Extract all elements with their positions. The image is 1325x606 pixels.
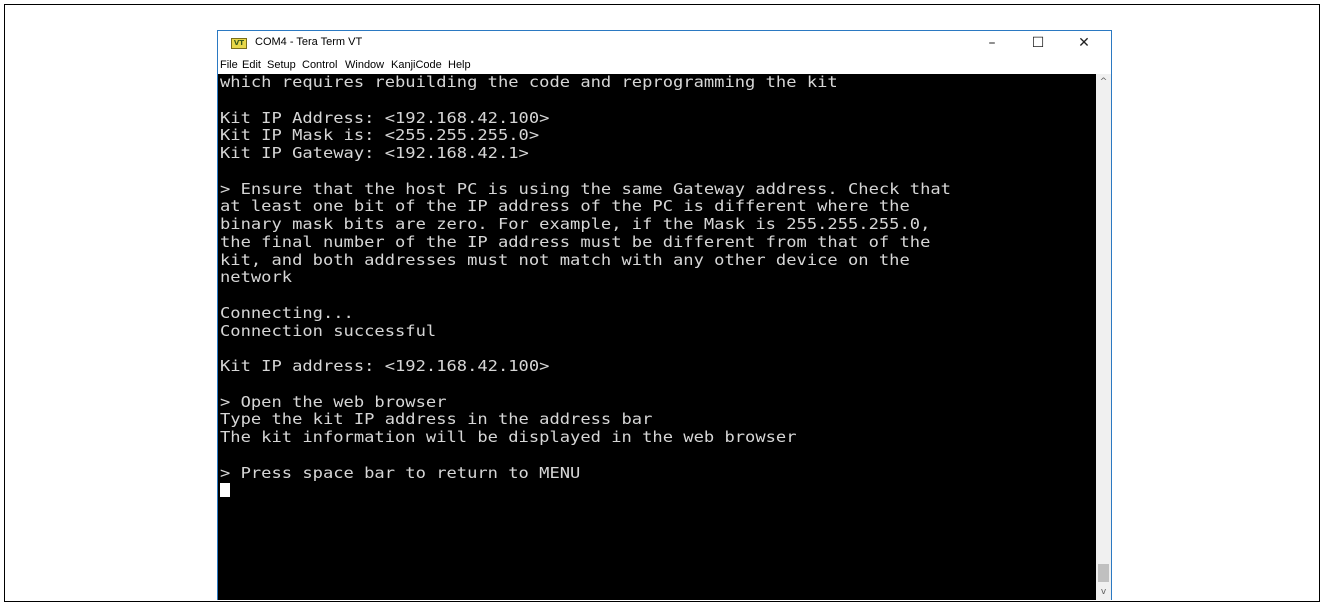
maximize-button[interactable]: ☐ — [1015, 31, 1061, 56]
terminal-line: kit, and both addresses must not match w… — [220, 250, 910, 269]
menu-window[interactable]: Window — [345, 59, 384, 71]
vertical-scrollbar[interactable]: ^ v — [1096, 74, 1111, 600]
menu-setup[interactable]: Setup — [267, 59, 296, 71]
scroll-up-arrow-icon[interactable]: ^ — [1096, 74, 1111, 90]
terminal-line: > Press space bar to return to MENU — [220, 463, 581, 482]
terminal-line: > Ensure that the host PC is using the s… — [220, 179, 951, 198]
close-button[interactable]: ✕ — [1061, 31, 1107, 56]
terminal-line: which requires rebuilding the code and r… — [220, 74, 838, 91]
terminal-line: The kit information will be displayed in… — [220, 428, 797, 446]
tera-term-window: VT COM4 - Tera Term VT – ☐ ✕ File Edit S… — [217, 30, 1112, 600]
terminal-cursor — [220, 483, 230, 498]
app-icon: VT — [231, 38, 247, 49]
window-title: COM4 - Tera Term VT — [255, 36, 363, 48]
scroll-down-arrow-icon[interactable]: v — [1096, 584, 1111, 600]
menu-help[interactable]: Help — [448, 59, 471, 71]
outer-border: VT COM4 - Tera Term VT – ☐ ✕ File Edit S… — [4, 4, 1320, 602]
title-bar[interactable]: VT COM4 - Tera Term VT – ☐ ✕ — [218, 31, 1111, 56]
terminal-line: > Open the web browser — [220, 392, 447, 411]
terminal-line: at least one bit of the IP address of th… — [220, 197, 910, 216]
menu-control[interactable]: Control — [302, 59, 337, 71]
scroll-thumb[interactable] — [1098, 564, 1109, 582]
menu-edit[interactable]: Edit — [242, 59, 261, 71]
menu-file[interactable]: File — [220, 59, 238, 71]
terminal-line: Kit IP Gateway: <192.168.42.1> — [220, 144, 529, 162]
menu-bar: File Edit Setup Control Window KanjiCode… — [218, 56, 1111, 74]
terminal-line: Kit IP address: <192.168.42.100> — [220, 357, 550, 375]
terminal-line: Connection successful — [220, 321, 437, 340]
minimize-button[interactable]: – — [969, 31, 1015, 56]
menu-kanjicode[interactable]: KanjiCode — [391, 59, 442, 71]
terminal-line: network — [220, 268, 293, 287]
terminal-line: binary mask bits are zero. For example, … — [220, 215, 931, 233]
terminal-screen[interactable]: which requires rebuilding the code and r… — [218, 74, 1096, 600]
terminal-line: Kit IP Mask is: <255.255.255.0> — [220, 126, 540, 145]
terminal-line: the final number of the IP address must … — [220, 232, 931, 251]
terminal-line: Type the kit IP address in the address b… — [220, 410, 653, 429]
terminal-line: Kit IP Address: <192.168.42.100> — [220, 108, 550, 127]
terminal-line: Connecting... — [220, 303, 354, 322]
